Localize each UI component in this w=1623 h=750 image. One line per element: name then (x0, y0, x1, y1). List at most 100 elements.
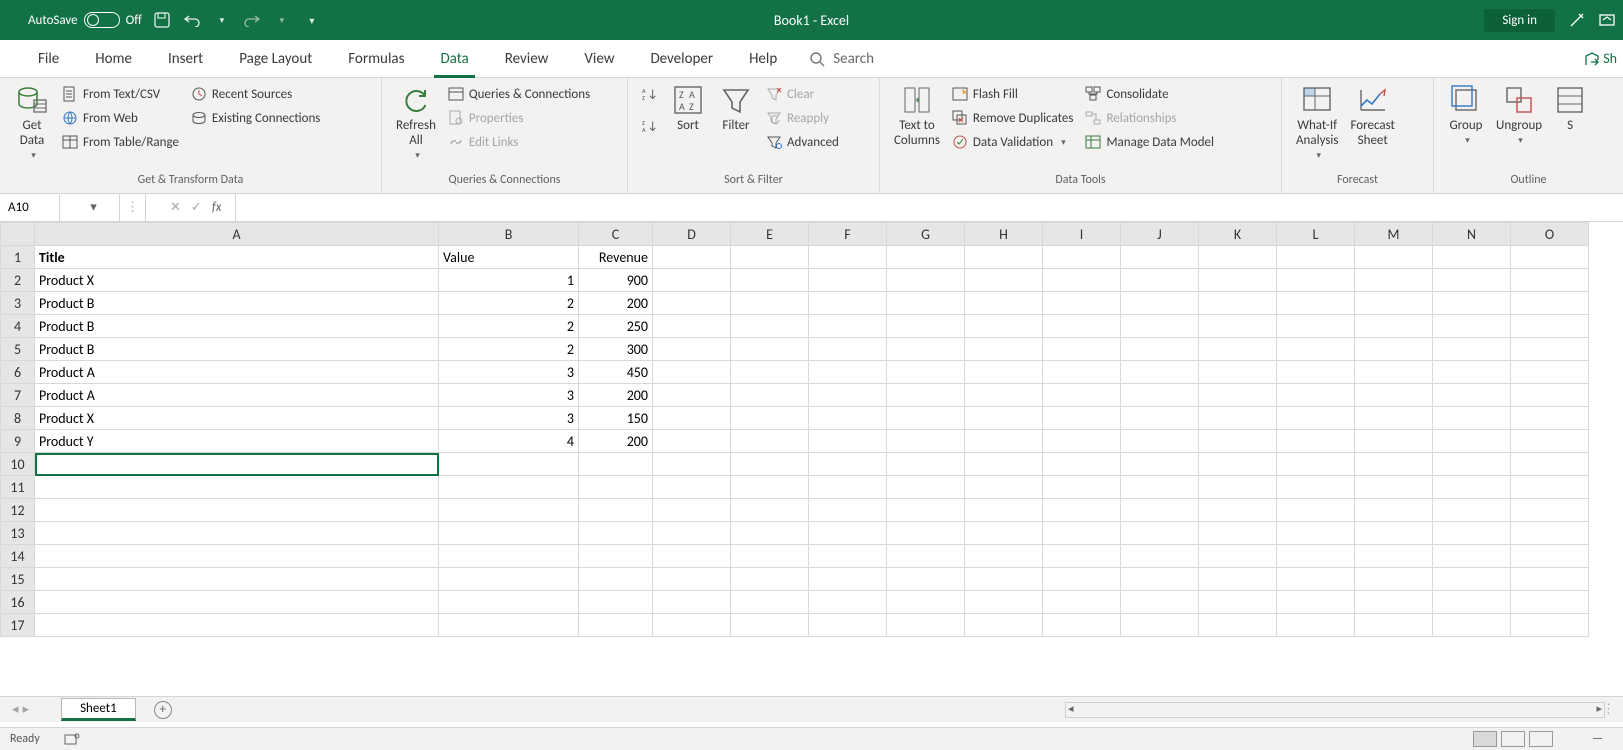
row-header-15[interactable]: 15 (1, 568, 35, 591)
row-header-4[interactable]: 4 (1, 315, 35, 338)
cell-B12[interactable] (439, 499, 579, 522)
cell-J10[interactable] (1121, 453, 1199, 476)
subtotal-button[interactable]: S (1548, 82, 1592, 173)
col-header-N[interactable]: N (1433, 223, 1511, 246)
cell-M7[interactable] (1355, 384, 1433, 407)
data-validation-button[interactable]: Data Validation (950, 132, 1076, 152)
cell-O5[interactable] (1511, 338, 1589, 361)
cell-M12[interactable] (1355, 499, 1433, 522)
forecast-sheet-button[interactable]: Forecast Sheet (1344, 82, 1400, 173)
cell-J13[interactable] (1121, 522, 1199, 545)
col-header-D[interactable]: D (653, 223, 731, 246)
sort-button[interactable]: ZAAZ Sort (664, 82, 712, 173)
select-all-corner[interactable] (1, 223, 35, 246)
cell-B3[interactable]: 2 (439, 292, 579, 315)
macro-record-icon[interactable] (64, 732, 80, 746)
tab-page-layout[interactable]: Page Layout (221, 40, 330, 78)
cell-K3[interactable] (1199, 292, 1277, 315)
row-header-9[interactable]: 9 (1, 430, 35, 453)
cell-J15[interactable] (1121, 568, 1199, 591)
cell-C13[interactable] (579, 522, 653, 545)
cell-G16[interactable] (887, 591, 965, 614)
whatif-button[interactable]: What-If Analysis (1290, 82, 1344, 173)
cell-B15[interactable] (439, 568, 579, 591)
cell-J3[interactable] (1121, 292, 1199, 315)
name-box-dropdown-icon[interactable]: ▾ (59, 195, 119, 221)
cell-G14[interactable] (887, 545, 965, 568)
cell-O12[interactable] (1511, 499, 1589, 522)
get-data-button[interactable]: Get Data (8, 82, 56, 173)
cell-L15[interactable] (1277, 568, 1355, 591)
cell-A6[interactable]: Product A (35, 361, 439, 384)
save-icon[interactable] (152, 10, 172, 30)
cell-D5[interactable] (653, 338, 731, 361)
row-header-8[interactable]: 8 (1, 407, 35, 430)
cell-C7[interactable]: 200 (579, 384, 653, 407)
col-header-K[interactable]: K (1199, 223, 1277, 246)
row-header-16[interactable]: 16 (1, 591, 35, 614)
cell-J16[interactable] (1121, 591, 1199, 614)
cell-F3[interactable] (809, 292, 887, 315)
formula-input[interactable] (236, 194, 1623, 221)
row-header-17[interactable]: 17 (1, 614, 35, 637)
cell-D11[interactable] (653, 476, 731, 499)
reapply-button[interactable]: Reapply (764, 108, 841, 128)
cell-L12[interactable] (1277, 499, 1355, 522)
sort-desc-button[interactable]: ZA (640, 116, 660, 136)
cell-N13[interactable] (1433, 522, 1511, 545)
cell-H13[interactable] (965, 522, 1043, 545)
tab-data[interactable]: Data (422, 40, 486, 78)
tab-help[interactable]: Help (731, 40, 795, 78)
tab-file[interactable]: File (20, 40, 77, 78)
cell-L16[interactable] (1277, 591, 1355, 614)
cell-E16[interactable] (731, 591, 809, 614)
cell-I10[interactable] (1043, 453, 1121, 476)
cell-H14[interactable] (965, 545, 1043, 568)
cell-E15[interactable] (731, 568, 809, 591)
cell-A7[interactable]: Product A (35, 384, 439, 407)
ribbon-options-icon[interactable] (1569, 12, 1585, 28)
cell-J7[interactable] (1121, 384, 1199, 407)
cell-M2[interactable] (1355, 269, 1433, 292)
cell-F7[interactable] (809, 384, 887, 407)
from-table-range-button[interactable]: From Table/Range (60, 132, 181, 152)
sheet-nav-prev-icon[interactable]: ◂ (12, 702, 19, 717)
cell-O11[interactable] (1511, 476, 1589, 499)
cell-L17[interactable] (1277, 614, 1355, 637)
cell-M11[interactable] (1355, 476, 1433, 499)
cell-F9[interactable] (809, 430, 887, 453)
new-sheet-button[interactable]: + (154, 701, 172, 719)
cell-A12[interactable] (35, 499, 439, 522)
cell-K1[interactable] (1199, 246, 1277, 269)
cell-D9[interactable] (653, 430, 731, 453)
cell-G11[interactable] (887, 476, 965, 499)
cell-D15[interactable] (653, 568, 731, 591)
cell-G1[interactable] (887, 246, 965, 269)
cell-L6[interactable] (1277, 361, 1355, 384)
cell-N7[interactable] (1433, 384, 1511, 407)
cell-D1[interactable] (653, 246, 731, 269)
cell-A1[interactable]: Title (35, 246, 439, 269)
cell-A17[interactable] (35, 614, 439, 637)
cell-J4[interactable] (1121, 315, 1199, 338)
cell-E8[interactable] (731, 407, 809, 430)
from-web-button[interactable]: From Web (60, 108, 181, 128)
redo-dropdown-icon[interactable]: ▾ (272, 10, 292, 30)
cell-I9[interactable] (1043, 430, 1121, 453)
col-header-I[interactable]: I (1043, 223, 1121, 246)
cell-C16[interactable] (579, 591, 653, 614)
cell-J14[interactable] (1121, 545, 1199, 568)
cell-A2[interactable]: Product X (35, 269, 439, 292)
cell-A10[interactable] (35, 453, 439, 476)
cell-M6[interactable] (1355, 361, 1433, 384)
queries-connections-button[interactable]: Queries & Connections (446, 84, 592, 104)
cell-O16[interactable] (1511, 591, 1589, 614)
relationships-button[interactable]: Relationships (1083, 108, 1216, 128)
cell-L9[interactable] (1277, 430, 1355, 453)
cell-K11[interactable] (1199, 476, 1277, 499)
advanced-filter-button[interactable]: Advanced (764, 132, 841, 152)
cell-D3[interactable] (653, 292, 731, 315)
cell-E13[interactable] (731, 522, 809, 545)
cell-F4[interactable] (809, 315, 887, 338)
cell-E4[interactable] (731, 315, 809, 338)
